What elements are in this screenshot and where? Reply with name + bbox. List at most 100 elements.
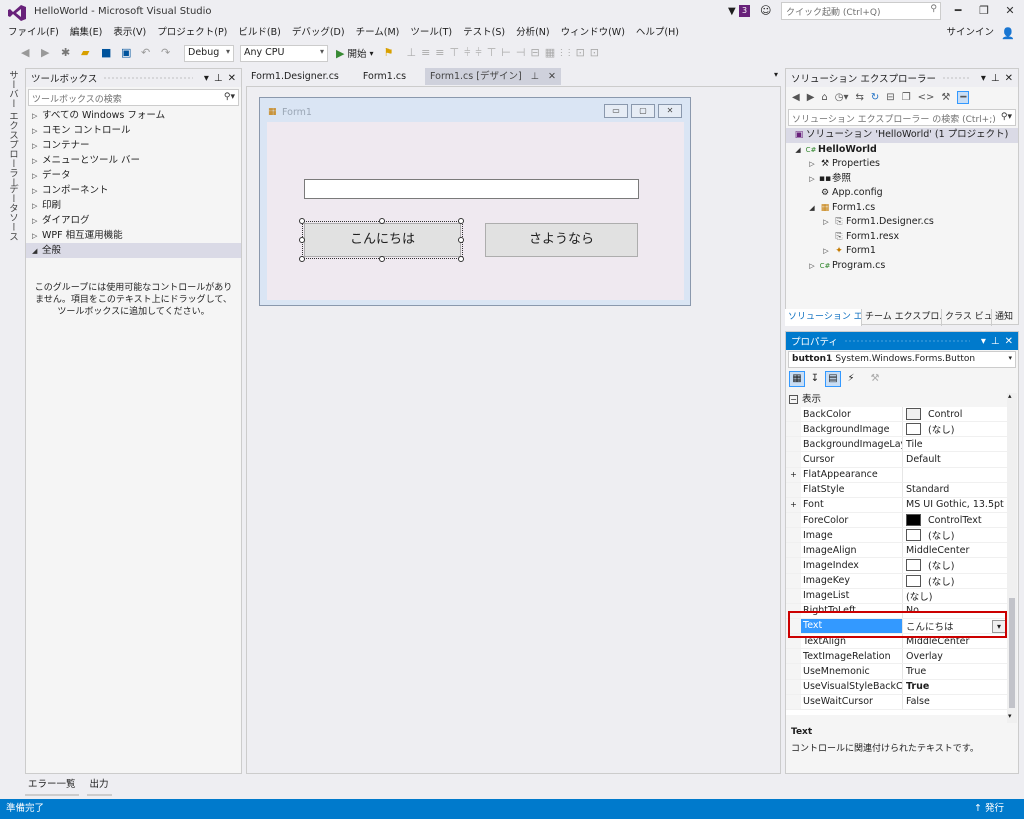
close-icon[interactable]: ✕ [548,71,556,82]
tree-node-properties[interactable]: ▷ ⚒ Properties [786,157,1018,172]
scrollbar-thumb[interactable] [1009,598,1015,708]
property-row[interactable]: UseMnemonic True [786,664,1008,680]
forward-icon[interactable]: ▶ [807,92,815,103]
menu-build[interactable]: ビルド(B) [234,24,284,42]
alphabetical-icon[interactable]: ↧ [807,371,823,387]
save-icon[interactable]: ■ [101,46,115,60]
menu-help[interactable]: ヘルプ(H) [632,24,683,42]
tab-solution-explorer[interactable]: ソリューション エ... [785,309,862,326]
history-icon[interactable]: ◷▾ [835,92,849,103]
tab-notifications[interactable]: 通知 [992,309,1019,326]
property-row[interactable]: FlatStyle Standard [786,482,1008,498]
pin-icon[interactable]: ⊥ [531,71,539,82]
resize-handle[interactable] [299,237,305,243]
property-row[interactable]: Cursor Default [786,452,1008,468]
toolbox-group-selected[interactable]: ◢ 全般 [26,243,241,258]
toolbox-group[interactable]: ▷ コンテナー [26,138,241,153]
menu-debug[interactable]: デバッグ(D) [288,24,349,42]
quick-launch-input[interactable]: クイック起動 (Ctrl+Q) ⚲ [781,2,941,20]
property-row[interactable]: ForeColor ControlText [786,512,1008,529]
back-icon[interactable]: ◀ [21,46,35,60]
sync-icon[interactable]: ⇆ [856,92,864,103]
filter-icon[interactable]: ▼ [728,6,736,17]
close-icon[interactable]: ✕ [1005,336,1013,347]
categorized-icon[interactable]: ▦ [789,371,805,387]
resize-handle[interactable] [299,218,305,224]
toolbox-group[interactable]: ▷ メニューとツール バー [26,153,241,168]
property-row[interactable]: ImageAlign MiddleCenter [786,543,1008,559]
tab-output[interactable]: 出力 [86,776,112,796]
collapse-all-icon[interactable]: ⊟ [886,92,894,103]
redo-icon[interactable]: ↷ [161,46,175,60]
forward-icon[interactable]: ▶ [41,46,55,60]
pin-icon[interactable]: ⊥ [214,73,223,84]
feedback-icon[interactable]: ☺ [760,4,771,17]
toolbox-group[interactable]: ▷ データ [26,168,241,183]
form1-window[interactable]: ▦ Form1 ▭ ▢ ✕ [259,97,691,306]
tab-team-explorer[interactable]: チーム エクスプロ... [862,309,942,326]
open-folder-icon[interactable]: ▰ [81,46,95,60]
menu-edit[interactable]: 編集(E) [66,24,106,42]
tree-node-references[interactable]: ▷ ▪▪ 参照 [786,172,1018,187]
property-row[interactable]: Image (なし) [786,528,1008,544]
configuration-select[interactable]: Debug ▾ [184,44,234,62]
expand-icon[interactable]: + [786,467,801,482]
property-row[interactable]: UseWaitCursor False [786,694,1008,710]
chevron-down-icon[interactable]: ▾ [774,70,778,79]
resize-handle[interactable] [299,256,305,262]
toolbox-group[interactable]: ▷ すべての Windows フォーム [26,108,241,123]
server-explorer-tab[interactable]: サーバー エクスプローラー [5,70,19,187]
menu-view[interactable]: 表示(V) [109,24,150,42]
browser-link-icon[interactable]: ⚑ [384,46,398,60]
tree-node-form1-cs[interactable]: ◢ ▦ Form1.cs [786,201,1018,216]
save-all-icon[interactable]: ▣ [121,46,135,60]
user-icon[interactable]: 👤 [1001,27,1015,40]
menu-file[interactable]: ファイル(F) [4,24,63,42]
refresh-icon[interactable]: ↻ [871,92,879,103]
menu-tools[interactable]: ツール(T) [406,24,456,42]
scroll-down-icon[interactable]: ▾ [1008,712,1012,720]
tree-node-solution[interactable]: ▣ ソリューション 'HelloWorld' (1 プロジェクト) [786,128,1018,143]
chevron-down-icon[interactable]: ▾ [204,73,209,84]
menu-window[interactable]: ウィンドウ(W) [557,24,629,42]
property-pages-icon[interactable]: ⚒ [867,371,883,387]
preview-icon[interactable]: ━ [957,90,970,104]
toolbox-group[interactable]: ▷ 印刷 [26,198,241,213]
property-row[interactable]: ImageIndex (なし) [786,558,1008,574]
minimize-button[interactable]: ━ [946,2,970,20]
tree-node-project[interactable]: ◢ C# HelloWorld [786,143,1018,158]
menu-team[interactable]: チーム(M) [352,24,404,42]
button2[interactable]: さようなら [485,223,638,257]
pin-icon[interactable]: ⊥ [991,73,1000,84]
chevron-down-icon[interactable]: ▾ [981,336,986,347]
property-row[interactable]: + Font MS UI Gothic, 13.5pt [786,497,1008,513]
chevron-down-icon[interactable]: ▾ [981,73,986,84]
menu-test[interactable]: テスト(S) [459,24,509,42]
property-row[interactable]: ImageList (なし) [786,588,1008,604]
property-row[interactable]: TextImageRelation Overlay [786,649,1008,665]
pin-icon[interactable]: ⊥ [991,336,1000,347]
toolbox-group[interactable]: ▷ コンポーネント [26,183,241,198]
start-button[interactable]: 開始 [347,46,366,60]
data-sources-tab[interactable]: データソース [5,184,19,241]
expand-icon[interactable]: + [786,497,801,512]
property-row[interactable]: UseVisualStyleBackColorTrue [786,679,1008,695]
property-row[interactable]: BackColor Control [786,407,1008,423]
back-icon[interactable]: ◀ [792,92,800,103]
notification-badge[interactable]: 3 [739,5,751,17]
home-icon[interactable]: ⌂ [821,92,827,103]
undo-icon[interactable]: ↶ [141,46,155,60]
tab-form1-cs[interactable]: Form1.cs [358,68,411,85]
tree-node-program-cs[interactable]: ▷ C# Program.cs [786,259,1018,274]
copy-icon[interactable]: ❐ [902,92,911,103]
toolbox-group[interactable]: ▷ ダイアログ [26,213,241,228]
restore-button[interactable]: ❐ [972,2,996,20]
object-selector[interactable]: button1 System.Windows.Forms.Button ▾ [788,351,1016,368]
property-category[interactable]: − 表示 [786,392,1008,407]
tab-form1-design[interactable]: Form1.cs [デザイン] ⊥ ✕ [425,68,561,85]
solution-search-input[interactable]: ソリューション エクスプローラー の検索 (Ctrl+;) ⚲▾ [788,109,1016,126]
tree-node-form1-resx[interactable]: ⎘ Form1.resx [786,230,1018,245]
tab-error-list[interactable]: エラー一覧 [25,776,79,796]
events-icon[interactable]: ⚡ [843,371,859,387]
menu-analyze[interactable]: 分析(N) [512,24,554,42]
